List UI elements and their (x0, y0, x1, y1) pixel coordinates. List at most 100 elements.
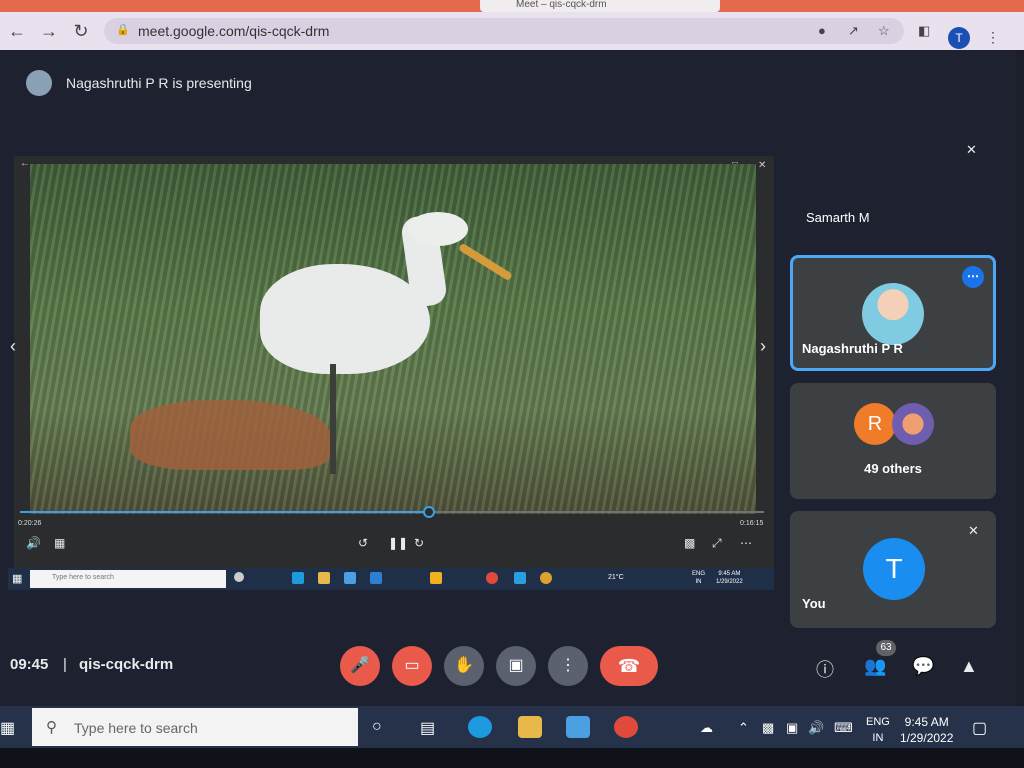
egret-body (260, 264, 430, 374)
tile-samarth[interactable]: ✕ Samarth M (790, 130, 996, 242)
volume-icon[interactable]: 🔊 (808, 720, 824, 736)
mic-off-icon: ✕ (968, 523, 979, 538)
store-icon (344, 572, 356, 584)
taskbar-time: 9:45 AM (904, 715, 949, 729)
people-icon[interactable]: 👥 (864, 656, 886, 677)
address-bar-url[interactable]: meet.google.com/qis-cqck-drm (138, 23, 329, 39)
taskbar-search-placeholder: Type here to search (74, 720, 198, 736)
network-icon[interactable]: ▣ (786, 720, 798, 736)
shared-search-box: Type here to search (30, 570, 226, 588)
close-icon[interactable]: ✕ (758, 160, 766, 171)
tile-you[interactable]: ✕ T You (790, 511, 996, 628)
edge-icon[interactable] (468, 716, 492, 738)
onedrive-icon[interactable]: ☁ (700, 720, 713, 736)
camera-off-icon: ▭ (404, 657, 420, 674)
more-vert-icon: ⋮ (560, 657, 576, 674)
tile-others[interactable]: R 49 others (790, 383, 996, 499)
shared-region-code: IN (695, 579, 702, 585)
tile-name: Samarth M (806, 210, 870, 225)
activities-icon[interactable]: ▲ (960, 656, 978, 677)
back-arrow-icon[interactable]: ← (20, 158, 30, 169)
lang-code: ENG (866, 716, 890, 728)
tray-overflow-icon[interactable]: ⌃ (738, 720, 749, 736)
rewind-10-icon[interactable]: ↺ (358, 536, 368, 550)
chrome-icon (486, 572, 498, 584)
more-options-button[interactable]: ⋯ (962, 266, 984, 288)
meeting-separator: | (63, 656, 67, 673)
address-bar[interactable]: 🔒 meet.google.com/qis-cqck-drm ● ↗ ☆ (104, 18, 904, 44)
chrome-alt-icon (540, 572, 552, 584)
hand-icon: ✋ (454, 657, 474, 674)
participant-count-badge: 63 (876, 640, 896, 656)
presenter-avatar (26, 70, 52, 96)
shared-temperature: 21°C (608, 574, 624, 581)
chat-icon[interactable]: 💬 (912, 656, 934, 677)
cortana-icon[interactable]: ○ (372, 718, 382, 736)
meeting-clock: 09:45 (10, 656, 49, 673)
notification-icon[interactable]: ▢ (972, 718, 987, 738)
chrome-icon[interactable] (614, 716, 638, 738)
windows-taskbar: ▦ ⚲ Type here to search ○ ▤ ☁ ⌃ ▩ ▣ 🔊 ⌨ … (0, 706, 1024, 748)
meeting-code: qis-cqck-drm (79, 656, 174, 673)
camera-icon[interactable]: ● (818, 23, 826, 38)
volume-icon[interactable]: 🔊 (26, 536, 41, 550)
shared-date: 1/29/2022 (716, 579, 743, 585)
taskbar-clock[interactable]: 9:45 AM 1/29/2022 (900, 714, 953, 746)
forward-30-icon[interactable]: ↻ (414, 536, 424, 550)
presenter-banner: Nagashruthi P R is presenting (26, 70, 252, 96)
side-panel-icon[interactable]: ◧ (918, 23, 930, 39)
windows-start-button[interactable]: ▦ (0, 718, 15, 738)
chevron-left-icon[interactable]: ‹ (10, 336, 16, 357)
video-elapsed: 0:20:26 (18, 520, 42, 527)
egret-leg (330, 364, 336, 474)
mic-toggle-button[interactable]: 🎤 (340, 646, 380, 686)
meet-area: Nagashruthi P R is presenting ← — □ ✕ ‹ … (0, 50, 1016, 710)
presenter-photo (862, 283, 924, 345)
meet-now-icon[interactable]: ▩ (762, 720, 774, 736)
browser-toolbar: ← → ↻ 🔒 meet.google.com/qis-cqck-drm ● ↗… (0, 12, 1024, 50)
language-indicator[interactable]: ENG IN (866, 714, 890, 746)
present-screen-icon: ▣ (508, 657, 524, 674)
tile-presenter[interactable]: ⋯ Nagashruthi P R (790, 255, 996, 371)
mic-off-icon: ✕ (966, 142, 977, 157)
windows-start-icon: ▦ (12, 573, 23, 585)
presentation-stage[interactable]: ← — □ ✕ ‹ › 0:20:26 0:16:15 🔊 ▦ ↺ ❚❚ ↻ ▩… (10, 156, 774, 568)
file-explorer-icon[interactable] (518, 716, 542, 738)
shared-clock: 9:45 AM 1/29/2022 (716, 570, 743, 586)
taskbar-search-box[interactable]: ⚲ Type here to search (32, 708, 358, 746)
mic-off-icon: 🎤 (350, 657, 370, 674)
end-call-button[interactable]: ☎ (600, 646, 658, 686)
more-options-icon[interactable]: ⋯ (740, 536, 752, 550)
pause-icon[interactable]: ❚❚ (388, 536, 408, 550)
video-frame[interactable] (30, 164, 756, 514)
shared-search-placeholder: Type here to search (52, 574, 114, 581)
vlc-icon (430, 572, 442, 584)
keyboard-icon[interactable]: ⌨ (834, 720, 853, 736)
share-icon[interactable]: ↗ (848, 23, 859, 39)
folder-icon (318, 572, 330, 584)
others-label: 49 others (864, 461, 922, 476)
back-icon[interactable]: ← (6, 20, 28, 42)
present-button[interactable]: ▣ (496, 646, 536, 686)
store-icon[interactable] (566, 716, 590, 738)
reload-icon[interactable]: ↻ (70, 20, 92, 42)
forward-icon[interactable]: → (38, 20, 60, 42)
taskbar-date: 1/29/2022 (900, 731, 954, 745)
meeting-info-icon[interactable]: ⓘ (816, 656, 834, 682)
camera-toggle-button[interactable]: ▭ (392, 646, 432, 686)
more-options-button[interactable]: ⋮ (548, 646, 588, 686)
raise-hand-button[interactable]: ✋ (444, 646, 484, 686)
fullscreen-icon[interactable]: ⤢ (712, 536, 722, 551)
bookmark-star-icon[interactable]: ☆ (878, 23, 890, 39)
you-avatar: T (863, 538, 925, 600)
video-progress-knob[interactable] (423, 506, 435, 518)
captions-icon[interactable]: ▦ (54, 536, 65, 550)
dry-leaves (130, 400, 330, 470)
chevron-right-icon[interactable]: › (760, 336, 766, 357)
tab-meet[interactable]: Meet – qis-cqck-drm (480, 0, 720, 12)
task-view-icon[interactable]: ▤ (420, 718, 435, 738)
miniplayer-icon[interactable]: ▩ (684, 536, 695, 550)
profile-avatar[interactable]: T (948, 27, 970, 49)
search-icon: ⚲ (46, 719, 57, 736)
browser-menu-icon[interactable]: ⋮ (986, 29, 1000, 46)
